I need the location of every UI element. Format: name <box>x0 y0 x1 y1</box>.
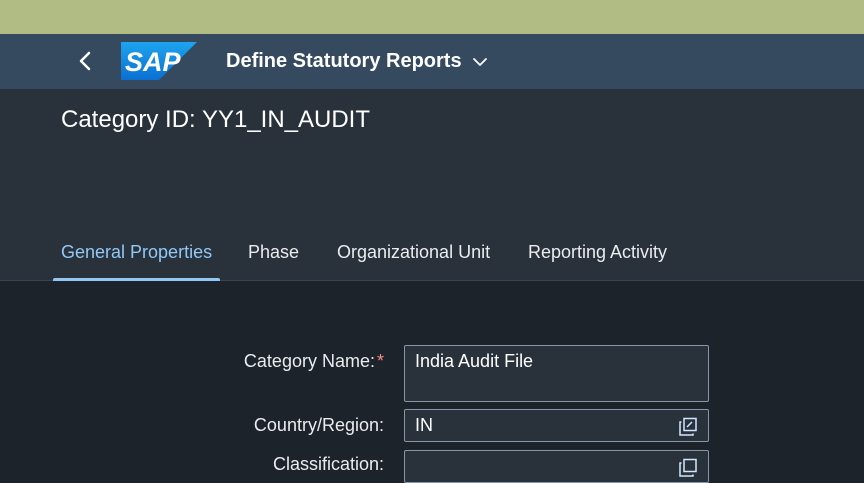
object-page-header: Category ID: YY1_IN_AUDIT General Proper… <box>0 89 864 281</box>
shell-bar: SAP Define Statutory Reports <box>0 34 864 89</box>
tab-phase[interactable]: Phase <box>244 234 303 280</box>
category-name-label: Category Name: * <box>244 351 384 372</box>
classification-input[interactable] <box>404 450 709 483</box>
category-name-label-text: Category Name: <box>243 351 375 371</box>
value-help-icon[interactable] <box>678 417 698 437</box>
tab-reporting-activity[interactable]: Reporting Activity <box>524 234 671 280</box>
category-name-input[interactable]: India Audit File <box>404 345 709 402</box>
general-properties-section: Category Name: * India Audit File Country… <box>0 282 864 483</box>
top-strip <box>0 0 864 34</box>
sap-logo[interactable]: SAP <box>121 42 197 80</box>
tab-general-properties[interactable]: General Properties <box>52 234 221 281</box>
page-title: Category ID: YY1_IN_AUDIT <box>61 106 371 133</box>
tab-bar: General Properties Phase Organizational … <box>0 234 864 281</box>
logo-text: SAP <box>125 47 182 77</box>
country-region-label: Country/Region: <box>253 415 384 435</box>
required-mark: * <box>376 351 384 371</box>
category-name-value: India Audit File <box>415 351 534 371</box>
app-title: Define Statutory Reports <box>226 50 462 72</box>
chevron-down-icon <box>472 57 487 66</box>
country-region-value: IN <box>415 415 433 435</box>
value-help-icon[interactable] <box>678 458 698 478</box>
back-button[interactable] <box>70 46 100 76</box>
chevron-left-icon <box>79 51 91 71</box>
tab-organizational-unit[interactable]: Organizational Unit <box>333 234 494 280</box>
app-title-menu[interactable]: Define Statutory Reports <box>226 34 488 89</box>
country-region-input[interactable]: IN <box>404 409 709 442</box>
classification-label: Classification: <box>272 454 384 474</box>
